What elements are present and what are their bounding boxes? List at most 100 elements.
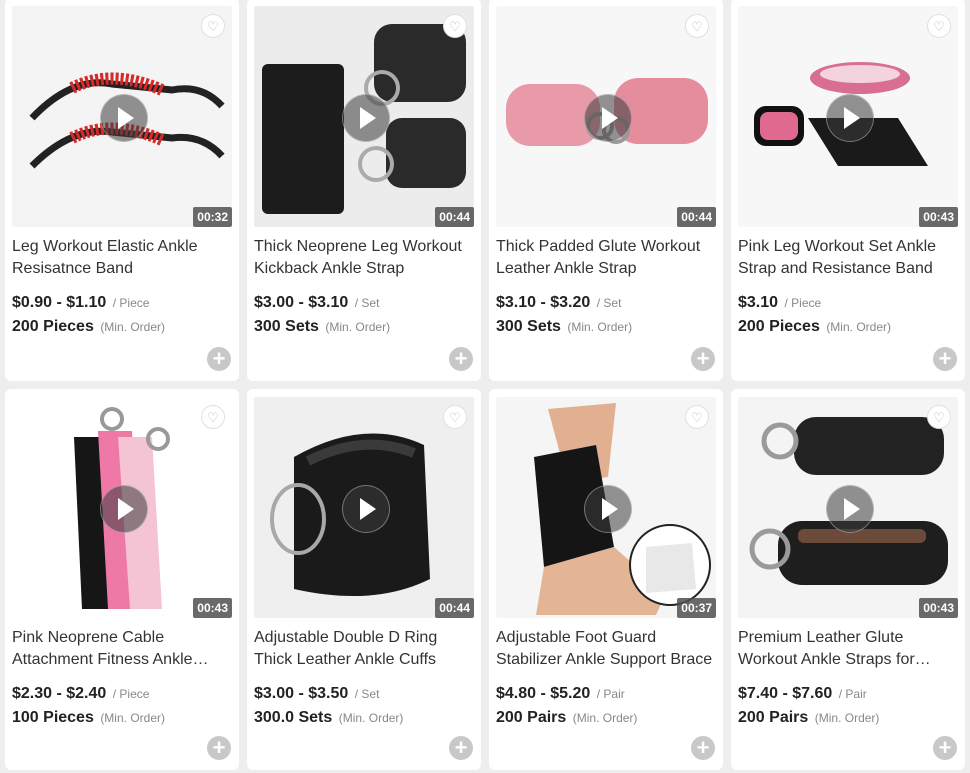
- product-card[interactable]: 00:37 ♡ Adjustable Foot Guard Stabilizer…: [489, 389, 723, 770]
- video-duration: 00:44: [435, 207, 474, 227]
- price: $3.00 - $3.10: [254, 294, 349, 311]
- min-order-line: 300.0 Sets (Min. Order): [254, 709, 403, 727]
- price-unit: / Set: [596, 296, 622, 310]
- product-title[interactable]: Thick Neoprene Leg Workout Kickback Ankl…: [254, 236, 474, 280]
- product-card[interactable]: 00:43 ♡ Pink Leg Workout Set Ankle Strap…: [731, 0, 965, 381]
- heart-icon[interactable]: ♡: [927, 405, 951, 429]
- min-order-note: (Min. Order): [325, 320, 391, 334]
- heart-icon[interactable]: ♡: [927, 14, 951, 38]
- min-order-note: (Min. Order): [567, 320, 633, 334]
- min-order-note: (Min. Order): [338, 711, 404, 725]
- min-order-line: 100 Pieces (Min. Order): [12, 709, 165, 727]
- price-unit: / Piece: [112, 296, 150, 310]
- heart-icon[interactable]: ♡: [685, 405, 709, 429]
- product-card[interactable]: 00:43 ♡ Pink Neoprene Cable Attachment F…: [5, 389, 239, 770]
- min-order-line: 200 Pairs (Min. Order): [496, 709, 637, 727]
- price-unit: / Set: [354, 296, 380, 310]
- min-order: 300.0 Sets: [254, 709, 333, 726]
- price-line: $4.80 - $5.20 / Pair: [496, 685, 625, 703]
- min-order-note: (Min. Order): [814, 711, 880, 725]
- price: $0.90 - $1.10: [12, 294, 107, 311]
- min-order-note: (Min. Order): [572, 711, 638, 725]
- heart-icon[interactable]: ♡: [201, 405, 225, 429]
- plus-circle-icon[interactable]: +: [933, 347, 957, 371]
- product-card[interactable]: 00:44 ♡ Thick Padded Glute Workout Leath…: [489, 0, 723, 381]
- min-order: 200 Pairs: [738, 709, 809, 726]
- price-line: $7.40 - $7.60 / Pair: [738, 685, 867, 703]
- heart-icon[interactable]: ♡: [443, 14, 467, 38]
- product-video-thumbnail[interactable]: 00:44: [254, 6, 474, 227]
- price: $3.10 - $3.20: [496, 294, 591, 311]
- min-order: 200 Pieces: [738, 318, 820, 335]
- product-video-thumbnail[interactable]: 00:37: [496, 397, 716, 618]
- price: $3.00 - $3.50: [254, 685, 349, 702]
- play-icon[interactable]: [826, 485, 874, 533]
- product-video-thumbnail[interactable]: 00:32: [12, 6, 232, 227]
- plus-circle-icon[interactable]: +: [449, 736, 473, 760]
- product-card[interactable]: 00:44 ♡ Thick Neoprene Leg Workout Kickb…: [247, 0, 481, 381]
- heart-icon[interactable]: ♡: [685, 14, 709, 38]
- price-line: $2.30 - $2.40 / Piece: [12, 685, 149, 703]
- price-line: $3.10 / Piece: [738, 294, 821, 312]
- min-order-line: 200 Pieces (Min. Order): [12, 318, 165, 336]
- video-duration: 00:43: [193, 598, 232, 618]
- plus-circle-icon[interactable]: +: [691, 736, 715, 760]
- play-icon[interactable]: [100, 94, 148, 142]
- price-line: $0.90 - $1.10 / Piece: [12, 294, 149, 312]
- product-title[interactable]: Leg Workout Elastic Ankle Resisatnce Ban…: [12, 236, 232, 280]
- video-duration: 00:43: [919, 598, 958, 618]
- plus-circle-icon[interactable]: +: [207, 736, 231, 760]
- price-unit: / Pair: [596, 687, 625, 701]
- price: $2.30 - $2.40: [12, 685, 107, 702]
- plus-circle-icon[interactable]: +: [691, 347, 715, 371]
- price-line: $3.10 - $3.20 / Set: [496, 294, 621, 312]
- price: $7.40 - $7.60: [738, 685, 833, 702]
- play-icon[interactable]: [100, 485, 148, 533]
- min-order-line: 200 Pairs (Min. Order): [738, 709, 879, 727]
- min-order-note: (Min. Order): [826, 320, 891, 334]
- price-unit: / Piece: [784, 296, 822, 310]
- min-order: 200 Pairs: [496, 709, 567, 726]
- price: $4.80 - $5.20: [496, 685, 591, 702]
- price-unit: / Piece: [112, 687, 150, 701]
- product-card[interactable]: 00:44 ♡ Adjustable Double D Ring Thick L…: [247, 389, 481, 770]
- play-icon[interactable]: [826, 94, 874, 142]
- product-title[interactable]: Pink Neoprene Cable Attachment Fitness A…: [12, 627, 232, 671]
- min-order: 100 Pieces: [12, 709, 94, 726]
- product-title[interactable]: Premium Leather Glute Workout Ankle Stra…: [738, 627, 958, 671]
- min-order-line: 300 Sets (Min. Order): [496, 318, 632, 336]
- product-grid: 00:32 ♡ Leg Workout Elastic Ankle Resisa…: [5, 0, 965, 770]
- plus-circle-icon[interactable]: +: [207, 347, 231, 371]
- min-order: 300 Sets: [496, 318, 561, 335]
- min-order-note: (Min. Order): [100, 711, 165, 725]
- video-duration: 00:32: [193, 207, 232, 227]
- heart-icon[interactable]: ♡: [443, 405, 467, 429]
- video-duration: 00:44: [677, 207, 716, 227]
- video-duration: 00:44: [435, 598, 474, 618]
- play-icon[interactable]: [342, 94, 390, 142]
- video-duration: 00:37: [677, 598, 716, 618]
- video-duration: 00:43: [919, 207, 958, 227]
- product-title[interactable]: Adjustable Double D Ring Thick Leather A…: [254, 627, 474, 671]
- min-order: 300 Sets: [254, 318, 319, 335]
- product-title[interactable]: Thick Padded Glute Workout Leather Ankle…: [496, 236, 716, 280]
- product-video-thumbnail[interactable]: 00:43: [738, 6, 958, 227]
- product-card[interactable]: 00:32 ♡ Leg Workout Elastic Ankle Resisa…: [5, 0, 239, 381]
- product-video-thumbnail[interactable]: 00:43: [738, 397, 958, 618]
- price-line: $3.00 - $3.10 / Set: [254, 294, 379, 312]
- play-icon[interactable]: [584, 485, 632, 533]
- product-card[interactable]: 00:43 ♡ Premium Leather Glute Workout An…: [731, 389, 965, 770]
- heart-icon[interactable]: ♡: [201, 14, 225, 38]
- plus-circle-icon[interactable]: +: [449, 347, 473, 371]
- min-order-line: 300 Sets (Min. Order): [254, 318, 390, 336]
- product-video-thumbnail[interactable]: 00:44: [496, 6, 716, 227]
- price-unit: / Set: [354, 687, 380, 701]
- price-line: $3.00 - $3.50 / Set: [254, 685, 379, 703]
- product-video-thumbnail[interactable]: 00:44: [254, 397, 474, 618]
- play-icon[interactable]: [584, 94, 632, 142]
- product-title[interactable]: Pink Leg Workout Set Ankle Strap and Res…: [738, 236, 958, 280]
- product-title[interactable]: Adjustable Foot Guard Stabilizer Ankle S…: [496, 627, 716, 671]
- plus-circle-icon[interactable]: +: [933, 736, 957, 760]
- play-icon[interactable]: [342, 485, 390, 533]
- product-video-thumbnail[interactable]: 00:43: [12, 397, 232, 618]
